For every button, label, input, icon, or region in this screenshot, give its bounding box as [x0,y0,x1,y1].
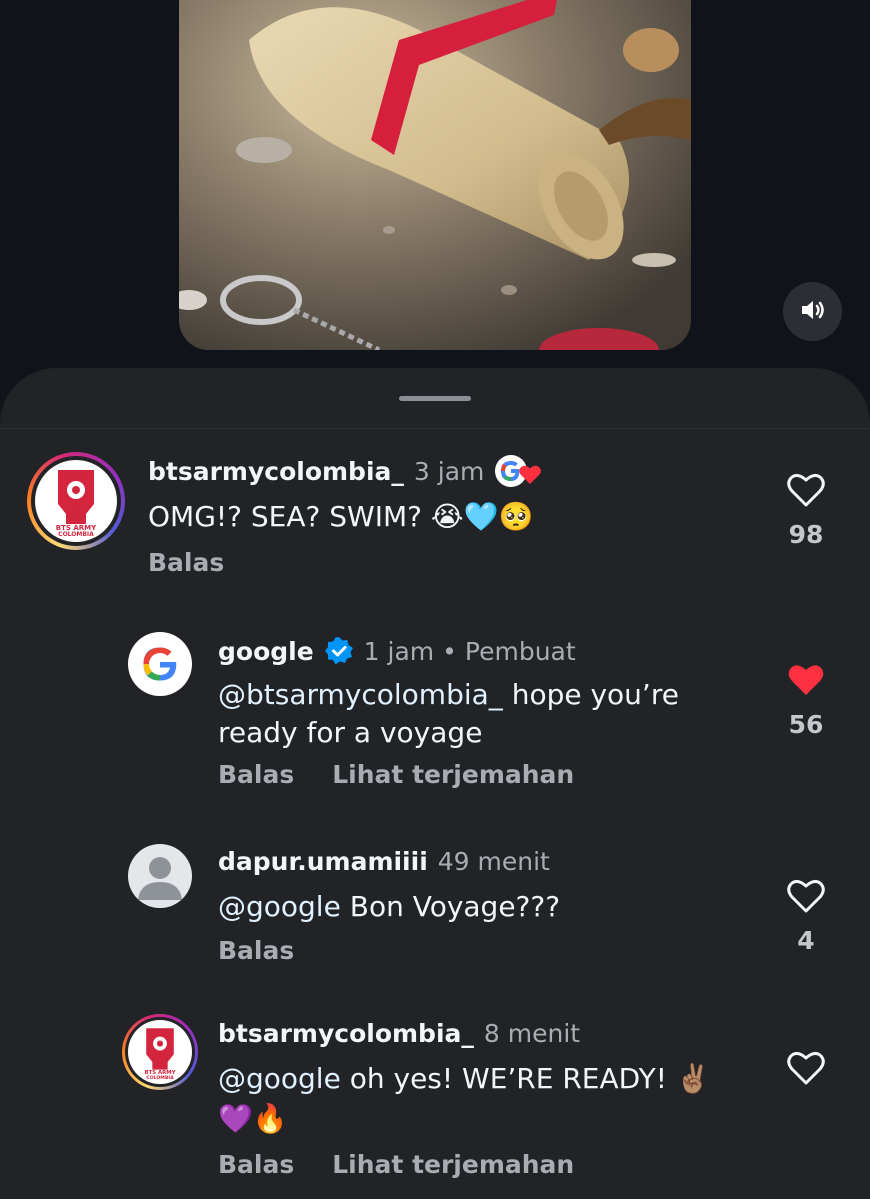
comment-body: Bon Voyage??? [340,890,561,923]
heart-icon[interactable] [787,472,825,512]
comment-time: 1 jam [363,636,435,666]
avatar[interactable]: BTS ARMY COLOMBIA [27,452,125,550]
comment-username[interactable]: btsarmycolombia_ [218,1019,474,1048]
bts-army-colombia-logo-icon: BTS ARMY COLOMBIA [145,1028,176,1079]
video-area[interactable] [0,0,870,400]
svg-text:COLOMBIA: COLOMBIA [146,1075,174,1079]
reply-button[interactable]: Balas [218,760,294,789]
reply-button[interactable]: Balas [218,1150,294,1179]
comment-text: @google oh yes! WE’RE READY! ✌🏽 [218,1060,711,1098]
reply-button[interactable]: Balas [218,936,294,965]
mention-link[interactable]: @btsarmycolombia_ [218,678,503,711]
avatar[interactable] [128,844,192,908]
see-translation-button[interactable]: Lihat terjemahan [332,1150,574,1179]
comment-username[interactable]: btsarmycolombia_ [148,457,404,486]
bullet-separator: • [442,636,457,666]
comment-time: 8 menit [483,1018,581,1048]
bts-army-colombia-logo-icon: BTS ARMY COLOMBIA [56,470,97,536]
reply-button[interactable]: Balas [148,548,224,577]
default-user-icon [138,857,182,900]
comment-text: OMG!? SEA? SWIM? 😭🩵🥺 [148,500,534,533]
heart-filled-icon[interactable] [787,662,825,702]
mention-link[interactable]: @google [218,1062,341,1095]
comments-sheet: BTS ARMY COLOMBIA btsarmycolombia_ 3 jam… [0,368,870,1199]
creator-tag: Pembuat [464,636,576,666]
like-count: 56 [788,710,824,739]
comment-text: @btsarmycolombia_ hope you’re ready for … [218,676,738,752]
comment-text: @google Bon Voyage??? [218,888,560,926]
post-image[interactable] [179,0,691,350]
heart-icon[interactable] [787,1050,825,1090]
verified-badge-icon [324,636,354,666]
comment-time: 3 jam [413,456,485,486]
mention-link[interactable]: @google [218,890,341,923]
sheet-drag-handle[interactable] [399,396,471,401]
comment-username[interactable]: dapur.umamiiii [218,847,428,876]
speaker-icon [800,298,826,326]
avatar[interactable]: BTS ARMY COLOMBIA [122,1014,198,1090]
comment-body: oh yes! WE’RE READY! ✌🏽 [340,1062,711,1095]
creator-liked-badge-icon [494,454,546,488]
sound-button[interactable] [783,282,842,341]
svg-text:COLOMBIA: COLOMBIA [58,531,94,536]
comment-username[interactable]: google [218,637,314,666]
divider [0,428,870,429]
see-translation-button[interactable]: Lihat terjemahan [332,760,574,789]
google-logo-icon [143,647,177,681]
like-count: 98 [788,520,824,549]
comment-time: 49 menit [437,846,550,876]
heart-icon[interactable] [787,878,825,918]
comment-text-line2: 💜🔥 [218,1102,288,1135]
avatar[interactable] [128,632,192,696]
like-count: 4 [797,926,815,955]
